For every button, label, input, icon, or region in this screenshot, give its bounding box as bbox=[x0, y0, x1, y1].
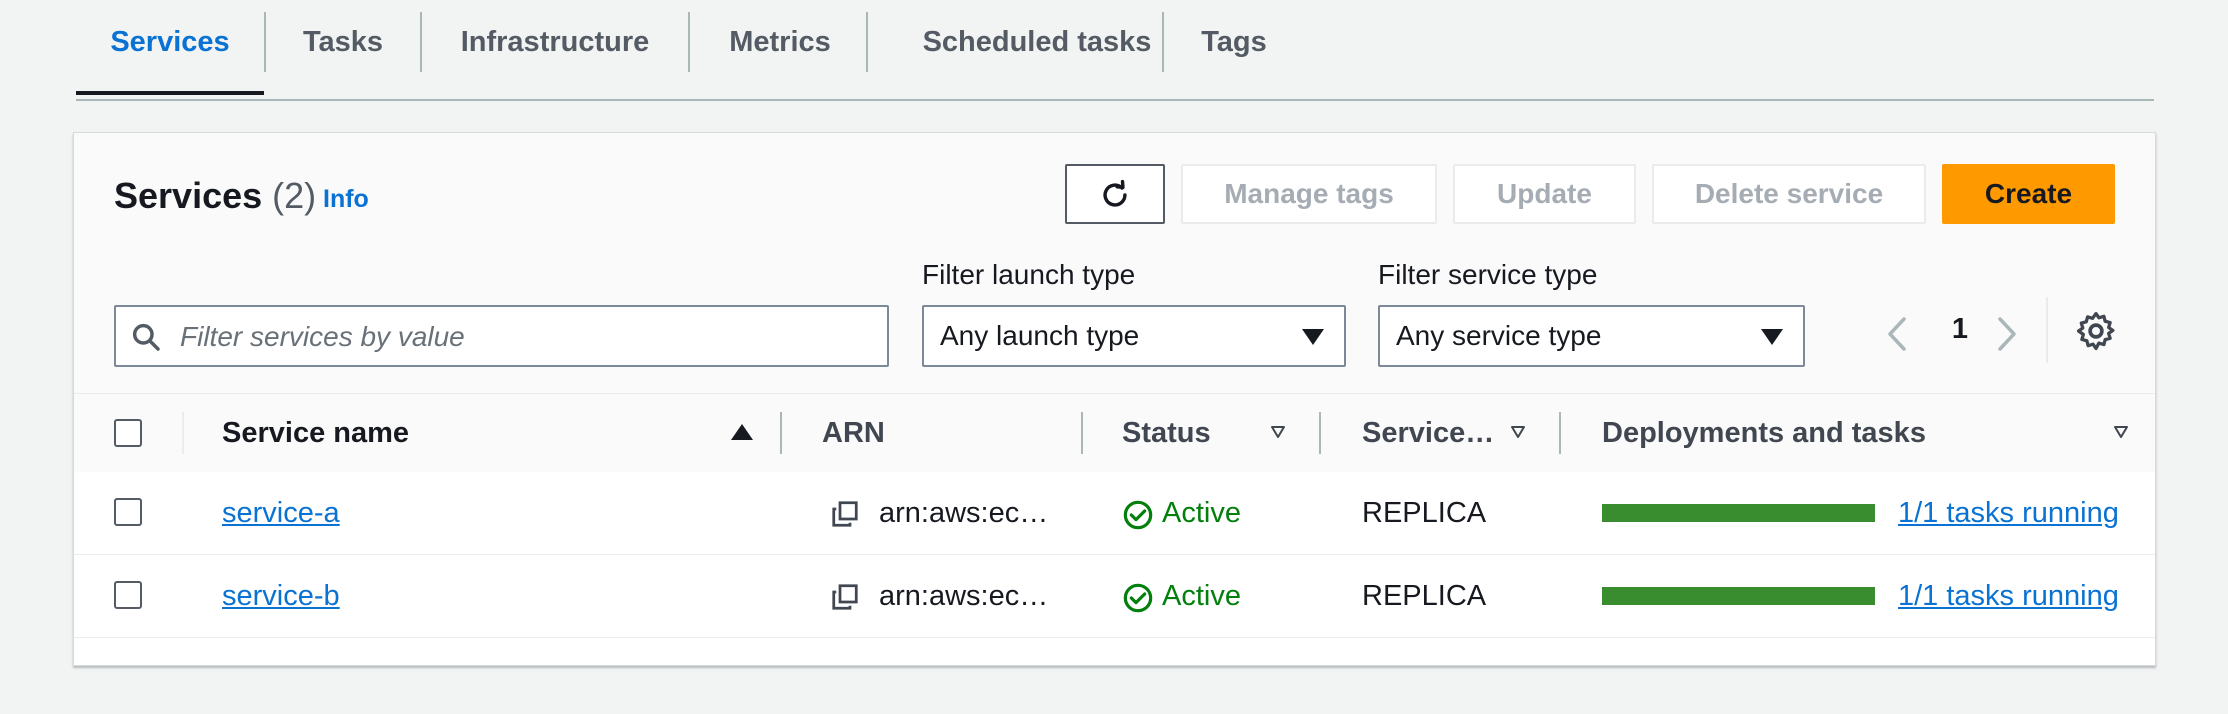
info-link[interactable]: Info bbox=[323, 185, 369, 214]
title-text: Services bbox=[114, 175, 263, 216]
tab-bar: Services Tasks Infrastructure Metrics Sc… bbox=[76, 0, 2154, 101]
service-name-link[interactable]: service-a bbox=[222, 472, 340, 554]
status-value: Active bbox=[1162, 497, 1241, 529]
service-type-value: Any service type bbox=[1396, 320, 1602, 351]
column-divider[interactable] bbox=[780, 412, 782, 454]
arn-value: arn:aws:ec… bbox=[879, 580, 1049, 612]
tab-scheduled-tasks[interactable]: Scheduled tasks bbox=[868, 0, 1206, 84]
filter-service-label: Filter service type bbox=[1378, 259, 1598, 290]
service-type-value: REPLICA bbox=[1362, 497, 1487, 529]
launch-type-select[interactable]: Any launch type bbox=[922, 305, 1346, 367]
page-number[interactable]: 1 bbox=[1945, 313, 1975, 346]
search-icon bbox=[132, 323, 160, 351]
table-row: service-b arn:aws:ec… Active REPLICA 1/1… bbox=[74, 555, 2155, 638]
tab-tasks[interactable]: Tasks bbox=[266, 0, 420, 84]
refresh-button[interactable] bbox=[1065, 164, 1165, 224]
tasks-progress-bar bbox=[1602, 504, 1875, 522]
service-name-link[interactable]: service-b bbox=[222, 555, 340, 637]
chevron-left-icon[interactable] bbox=[1882, 309, 1912, 359]
tasks-running-link[interactable]: 1/1 tasks running bbox=[1898, 472, 2119, 554]
create-button[interactable]: Create bbox=[1942, 164, 2115, 224]
launch-type-value: Any launch type bbox=[940, 320, 1140, 351]
pagination-divider bbox=[2046, 297, 2048, 363]
active-tab-indicator bbox=[76, 91, 264, 95]
sort-descending-icon[interactable] bbox=[1270, 424, 1286, 440]
column-header-service-type[interactable]: Service… bbox=[1362, 394, 1494, 472]
gear-icon[interactable] bbox=[2074, 309, 2118, 353]
column-header-deployments[interactable]: Deployments and tasks bbox=[1602, 394, 1926, 472]
service-type-value: REPLICA bbox=[1362, 580, 1487, 612]
caret-down-icon bbox=[1761, 329, 1783, 345]
caret-down-icon bbox=[1302, 329, 1324, 345]
copy-icon[interactable] bbox=[830, 582, 860, 612]
search-field[interactable] bbox=[114, 305, 889, 367]
status-success-icon bbox=[1123, 500, 1153, 530]
copy-icon[interactable] bbox=[830, 499, 860, 529]
status-success-icon bbox=[1123, 583, 1153, 613]
tab-tags[interactable]: Tags bbox=[1164, 0, 1304, 84]
search-input[interactable] bbox=[178, 315, 872, 359]
tasks-progress-bar bbox=[1602, 587, 1875, 605]
tasks-running-link[interactable]: 1/1 tasks running bbox=[1898, 555, 2119, 637]
refresh-icon bbox=[1103, 179, 1127, 207]
sort-descending-icon[interactable] bbox=[2113, 424, 2129, 440]
select-all-checkbox[interactable] bbox=[114, 419, 142, 447]
tab-infrastructure[interactable]: Infrastructure bbox=[422, 0, 688, 84]
filter-launch-label: Filter launch type bbox=[922, 259, 1136, 290]
panel-header: Services (2) Info Manage tags Update Del… bbox=[74, 133, 2155, 393]
sort-descending-icon[interactable] bbox=[1510, 424, 1526, 440]
table-row: service-a arn:aws:ec… Active REPLICA 1/1… bbox=[74, 472, 2155, 555]
delete-service-button[interactable]: Delete service bbox=[1652, 164, 1926, 224]
arn-value: arn:aws:ec… bbox=[879, 497, 1049, 529]
update-button[interactable]: Update bbox=[1453, 164, 1636, 224]
tab-services[interactable]: Services bbox=[76, 0, 264, 84]
services-count: (2) bbox=[272, 175, 317, 216]
column-divider[interactable] bbox=[1081, 412, 1083, 454]
column-divider[interactable] bbox=[1559, 412, 1561, 454]
status-value: Active bbox=[1162, 580, 1241, 612]
column-divider bbox=[182, 412, 184, 454]
page-title: Services (2) bbox=[114, 175, 316, 217]
column-header-service-name[interactable]: Service name bbox=[222, 394, 409, 472]
services-panel: Services (2) Info Manage tags Update Del… bbox=[73, 132, 2156, 666]
chevron-right-icon[interactable] bbox=[1992, 309, 2022, 359]
row-checkbox[interactable] bbox=[114, 498, 142, 526]
column-header-arn[interactable]: ARN bbox=[822, 394, 885, 472]
manage-tags-button[interactable]: Manage tags bbox=[1181, 164, 1437, 224]
service-type-select[interactable]: Any service type bbox=[1378, 305, 1805, 367]
row-checkbox[interactable] bbox=[114, 581, 142, 609]
table-header: Service name ARN Status Service… Deploym… bbox=[74, 393, 2155, 473]
column-divider[interactable] bbox=[1319, 412, 1321, 454]
column-header-status[interactable]: Status bbox=[1122, 394, 1211, 472]
tab-metrics[interactable]: Metrics bbox=[690, 0, 870, 84]
sort-ascending-icon[interactable] bbox=[731, 424, 753, 440]
